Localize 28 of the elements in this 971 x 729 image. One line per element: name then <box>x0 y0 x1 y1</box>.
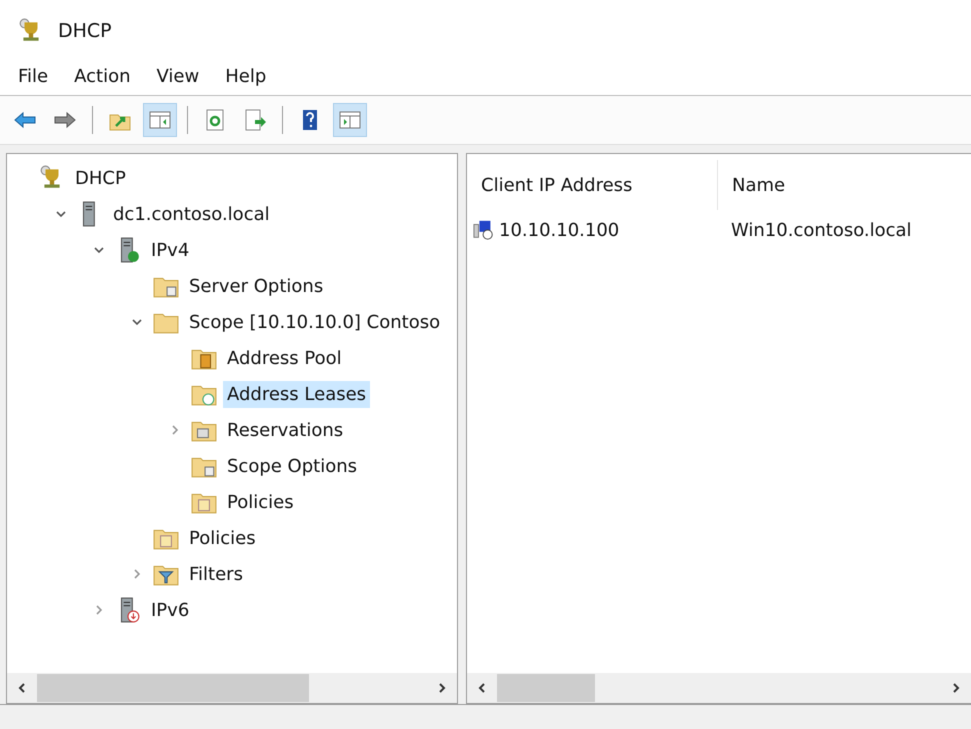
column-header[interactable]: Name <box>718 174 786 196</box>
tree-item[interactable]: Address Leases <box>223 380 370 408</box>
tree-item[interactable]: IPv4 <box>147 236 194 264</box>
tree-item[interactable]: Policies <box>185 524 260 552</box>
tree-item[interactable]: Scope [10.10.10.0] Contoso <box>185 308 444 336</box>
document-arrow-icon <box>243 108 267 132</box>
tree-item[interactable]: IPv6 <box>147 596 194 624</box>
menu-item[interactable]: File <box>18 66 48 87</box>
menu-item[interactable]: Help <box>225 66 266 87</box>
window-title: DHCP <box>58 20 112 42</box>
table-cell: 10.10.10.100 <box>499 220 620 240</box>
table-cell: Win10.contoso.local <box>731 220 912 240</box>
tree-item[interactable]: Reservations <box>223 416 348 444</box>
horizontal-scrollbar[interactable] <box>467 673 971 703</box>
tree-item[interactable]: Address Pool <box>223 344 346 372</box>
tree-item[interactable]: Server Options <box>185 272 328 300</box>
tree-item[interactable]: dc1.contoso.local <box>109 200 274 228</box>
tree-item[interactable]: Scope Options <box>223 452 362 480</box>
menu-item[interactable]: View <box>156 66 200 87</box>
show-action-button[interactable] <box>333 103 367 137</box>
column-header[interactable]: Client IP Address <box>467 160 718 210</box>
horizontal-scrollbar[interactable] <box>7 673 457 703</box>
show-tree-button[interactable] <box>143 103 177 137</box>
tree-item[interactable]: DHCP <box>71 164 130 192</box>
tree-item[interactable]: Policies <box>223 488 298 516</box>
menu-item[interactable]: Action <box>74 66 130 87</box>
tree-item[interactable]: Filters <box>185 560 247 588</box>
computer-clock-icon <box>473 219 495 241</box>
